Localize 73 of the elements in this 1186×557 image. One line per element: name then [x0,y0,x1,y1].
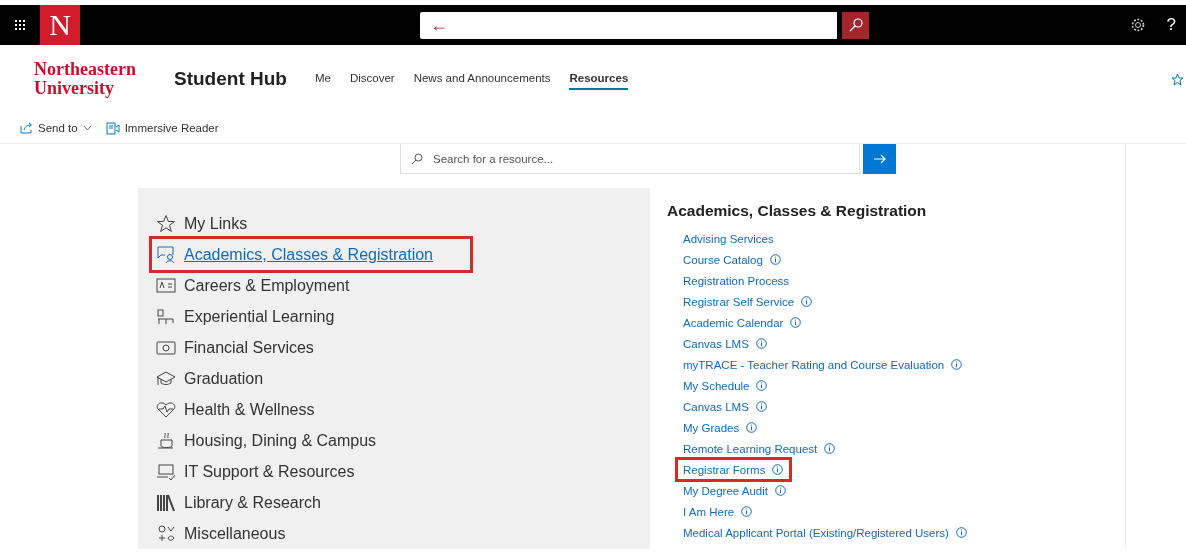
submit-button[interactable] [863,144,896,174]
resource-link[interactable]: Medical Applicant Portal (Existing/Registered Users) [683,526,949,539]
settings-icon[interactable] [1130,18,1145,32]
laptop-icon [156,461,176,482]
heart-pulse-icon [156,399,176,420]
help-button[interactable]: ? [1166,15,1176,35]
category-link[interactable]: My Links [152,208,254,239]
resource-link[interactable]: myTRACE - Teacher Rating and Course Evaluation [683,358,945,371]
back-arrow[interactable]: ← [420,11,448,39]
resource-link[interactable]: Remote Learning Request [683,442,818,455]
info-icon[interactable] [769,254,781,265]
info-icon[interactable] [755,401,767,412]
resource-link[interactable]: Canvas LMS [683,337,749,350]
info-icon[interactable] [790,317,802,328]
category-link[interactable]: Library & Research [152,487,327,518]
search-field[interactable]: Search for a resource... [400,144,860,174]
section-heading: Academics, Classes & Registration [667,202,928,220]
chair-icon [156,306,176,327]
resource-link[interactable]: Course Catalog [683,253,763,266]
chat-person-icon [156,244,176,265]
books-icon [156,492,176,513]
info-icon[interactable] [746,422,758,433]
category-link[interactable]: Academics, Classes & Registration [152,239,470,270]
category-link[interactable]: Housing, Dining & Campus [152,425,383,456]
resource-link[interactable]: Registrar Self Service [683,295,795,308]
university-logo[interactable]: Northeastern University [34,60,174,98]
info-icon[interactable] [772,464,784,475]
nav-tab[interactable]: Resources [569,68,629,90]
info-icon[interactable] [755,338,767,349]
share-icon [20,122,33,134]
info-icon[interactable] [955,527,967,538]
resource-link[interactable]: Registrar Forms [683,463,766,476]
info-icon[interactable] [775,485,786,496]
category-link[interactable]: Miscellaneous [152,518,292,549]
star-icon [156,213,176,234]
nav-tab[interactable]: Discover [349,68,395,90]
nav-tab[interactable]: News and Announcements [413,68,551,90]
resource-link[interactable]: Canvas LMS [683,400,749,413]
category-link[interactable]: IT Support & Resources [152,456,361,487]
info-icon[interactable] [741,506,753,517]
info-icon[interactable] [824,443,836,454]
resource-link[interactable]: Advising Services [683,232,774,245]
apps-icon [156,523,176,544]
app-launcher-icon[interactable] [15,20,25,30]
site-title: Student Hub [174,68,287,90]
cup-icon [156,430,176,451]
resource-link[interactable]: Registration Process [683,274,790,287]
info-icon[interactable] [756,380,768,391]
resource-link[interactable]: My Degree Audit [683,484,768,497]
arrow-right-icon [873,154,886,164]
category-link[interactable]: Health & Wellness [152,394,321,425]
chevron-down-icon [82,125,92,131]
nav-tab[interactable]: Me [314,68,331,90]
info-icon[interactable] [801,296,813,307]
info-icon[interactable] [951,359,963,370]
category-link[interactable]: Careers & Employment [152,270,356,301]
immersive-reader-button[interactable]: Immersive Reader [101,121,223,135]
logo[interactable]: N [40,5,80,45]
search-icon [848,18,863,32]
category-link[interactable]: Experiential Learning [152,301,341,332]
resource-link[interactable]: I Am Here [683,505,735,518]
resource-link[interactable]: My Schedule [683,379,750,392]
reader-icon [105,121,120,135]
send-to-button[interactable]: Send to [16,122,96,134]
contact-card-icon [156,275,176,296]
category-link[interactable]: Graduation [152,363,270,394]
search-field[interactable]: ← [420,11,837,39]
star-icon[interactable] [1171,72,1184,86]
search-button[interactable] [842,11,869,39]
search-icon [411,152,423,165]
resource-link[interactable]: My Grades [683,421,740,434]
category-link[interactable]: Financial Services [152,332,320,363]
resource-link[interactable]: Academic Calendar [683,316,784,329]
